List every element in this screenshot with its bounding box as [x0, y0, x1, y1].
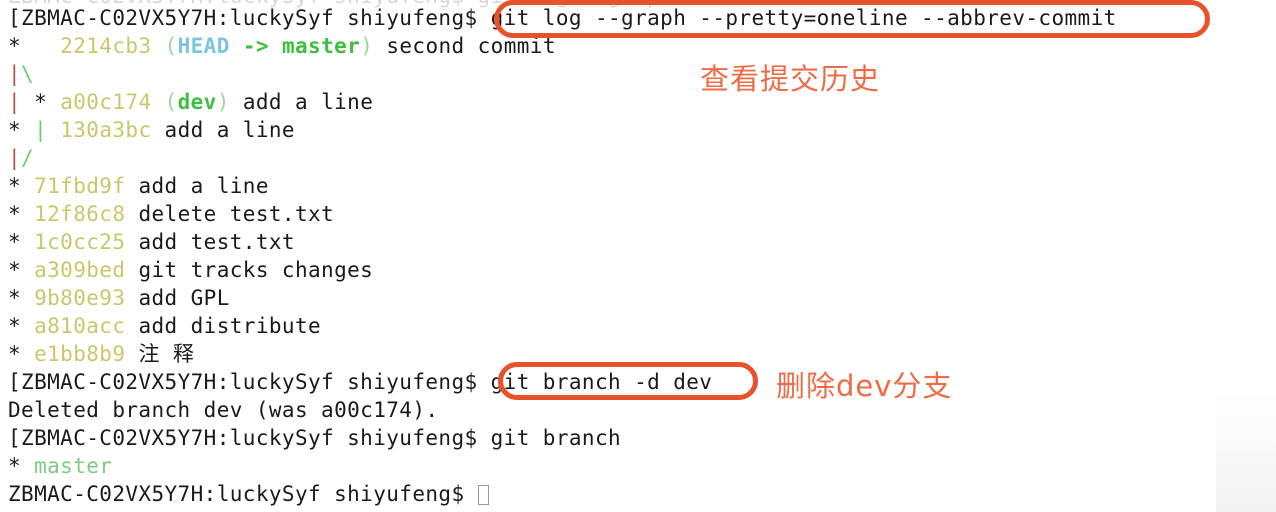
prompt-bracket: [: [8, 426, 22, 450]
log-entry-a810acc: * a810acc add distribute: [8, 312, 1268, 340]
commit-message: second commit: [386, 34, 556, 58]
shell-prompt: ZBMAC-C02VX5Y7H:luckySyf shiyufeng$: [8, 482, 478, 506]
ref-head: HEAD: [177, 34, 230, 58]
commit-hash: 12f86c8: [34, 202, 126, 226]
annotation-delete-dev-branch: 删除dev分支: [776, 369, 953, 403]
prompt-bracket: [: [8, 6, 22, 30]
commit-message: add GPL: [125, 286, 230, 310]
output-deleted-branch: Deleted branch dev (was a00c174).: [8, 398, 439, 422]
terminal-screenshot: ZBMAC-C02VX5Y7H:luckySyf shiyufeng$ git …: [0, 0, 1276, 512]
commit-message: git tracks changes: [125, 258, 374, 282]
graph-slash-green: /: [21, 146, 35, 170]
branch-current-star: *: [8, 454, 35, 478]
commit-hash: 130a3bc: [60, 118, 152, 142]
graph-slash-green: \: [21, 62, 35, 86]
commit-hash: 2214cb3: [60, 34, 152, 58]
log-entry-71fbd9f: * 71fbd9f add a line: [8, 172, 1268, 200]
log-entry-2214cb3: * 2214cb3 (HEAD -> master) second commit: [8, 32, 1268, 60]
commit-message: add distribute: [125, 314, 322, 338]
log-entry-9b80e93: * 9b80e93 add GPL: [8, 284, 1268, 312]
graph-star: *: [8, 314, 35, 338]
commit-hash: e1bb8b9: [34, 342, 126, 366]
log-entry-12f86c8: * 12f86c8 delete test.txt: [8, 200, 1268, 228]
branch-name: master: [34, 454, 113, 478]
commit-hash: a00c174: [60, 90, 152, 114]
graph-star: *: [8, 258, 35, 282]
terminal-line-final-prompt[interactable]: ZBMAC-C02VX5Y7H:luckySyf shiyufeng$: [8, 480, 1268, 508]
graph-star: *: [34, 90, 61, 114]
shell-prompt: ZBMAC-C02VX5Y7H:luckySyf shiyufeng$: [21, 6, 491, 30]
log-graph-branch-merge: |/: [8, 144, 1268, 172]
graph-star: *: [8, 174, 35, 198]
annotation-view-commit-history: 查看提交历史: [700, 62, 881, 96]
graph-star: *: [8, 230, 35, 254]
ref-branch-dev: dev: [177, 90, 217, 114]
log-entry-130a3bc: * | 130a3bc add a line: [8, 116, 1268, 144]
ref-paren-open: (: [151, 90, 178, 114]
ref-paren-close: ): [360, 34, 387, 58]
graph-star: *: [8, 202, 35, 226]
commit-message: add test.txt: [125, 230, 295, 254]
ref-branch-master: master: [281, 34, 361, 58]
graph-star: *: [8, 342, 35, 366]
shell-prompt: ZBMAC-C02VX5Y7H:luckySyf shiyufeng$: [21, 370, 491, 394]
command-git-branch[interactable]: git branch: [491, 426, 621, 450]
shell-prompt: ZBMAC-C02VX5Y7H:luckySyf shiyufeng$: [21, 426, 491, 450]
command-git-branch-delete[interactable]: git branch -d dev: [491, 370, 713, 394]
log-entry-e1bb8b9: * e1bb8b9 注 释: [8, 340, 1268, 368]
commit-hash: 1c0cc25: [34, 230, 126, 254]
commit-hash: a810acc: [34, 314, 126, 338]
terminal-line-prompt-gitlog: [ZBMAC-C02VX5Y7H:luckySyf shiyufeng$ git…: [8, 4, 1268, 32]
commit-hash: a309bed: [34, 258, 126, 282]
terminal-output[interactable]: [ZBMAC-C02VX5Y7H:luckySyf shiyufeng$ git…: [8, 4, 1268, 508]
commit-message: add a line: [151, 118, 295, 142]
log-entry-a00c174: | * a00c174 (dev) add a line: [8, 88, 1268, 116]
ref-arrow: ->: [229, 34, 282, 58]
graph-star: *: [8, 286, 35, 310]
commit-hash: 71fbd9f: [34, 174, 126, 198]
graph-bar-red: |: [8, 90, 35, 114]
graph-marker: *: [8, 34, 61, 58]
commit-message: delete test.txt: [125, 202, 335, 226]
commit-message: add a line: [242, 90, 374, 114]
terminal-line-prompt-branch: [ZBMAC-C02VX5Y7H:luckySyf shiyufeng$ git…: [8, 424, 1268, 452]
graph-bar-red: |: [8, 62, 22, 86]
graph-bar-red: |: [8, 146, 22, 170]
commit-hash: 9b80e93: [34, 286, 126, 310]
terminal-line-prompt-branch-delete: [ZBMAC-C02VX5Y7H:luckySyf shiyufeng$ git…: [8, 368, 1268, 396]
graph-star: *: [8, 118, 35, 142]
ref-paren-close: ): [216, 90, 243, 114]
ref-paren-open: (: [151, 34, 178, 58]
log-graph-branch-split: |\: [8, 60, 1268, 88]
commit-message: add a line: [125, 174, 269, 198]
text-cursor: [477, 485, 489, 505]
branch-list-item-master: * master: [8, 452, 1268, 480]
log-entry-a309bed: * a309bed git tracks changes: [8, 256, 1268, 284]
commit-message: 注 释: [125, 342, 195, 366]
log-entry-1c0cc25: * 1c0cc25 add test.txt: [8, 228, 1268, 256]
graph-bar-green: |: [34, 118, 61, 142]
prompt-bracket: [: [8, 370, 22, 394]
command-git-log[interactable]: git log --graph --pretty=oneline --abbre…: [491, 6, 1117, 30]
